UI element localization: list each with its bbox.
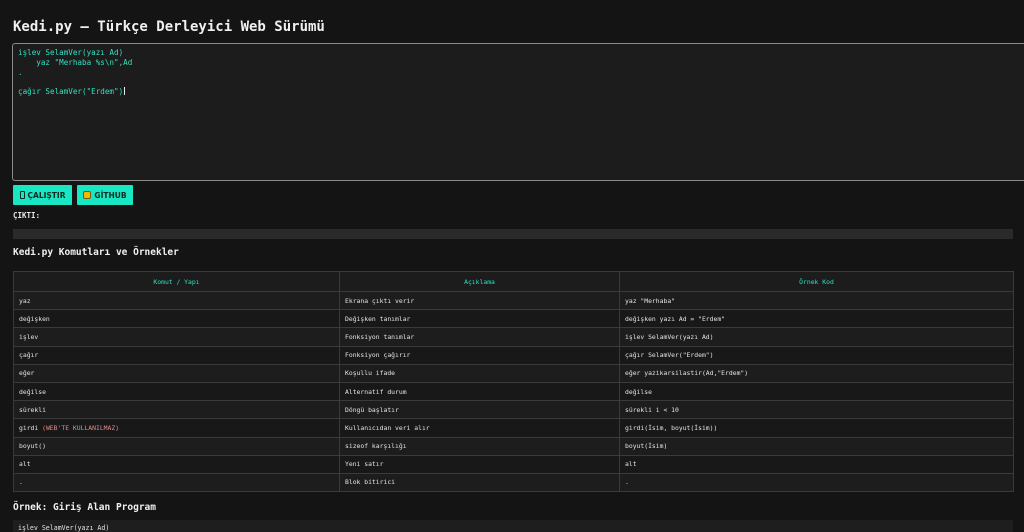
cell-example: alt <box>619 454 1014 474</box>
command-name: yaz <box>19 296 31 305</box>
cell-command: . <box>13 472 340 493</box>
cell-example: . <box>619 472 1014 493</box>
table-row: değilse Alternatif durum değilse <box>13 381 1014 402</box>
cell-description: Değişken tanımlar <box>339 309 620 329</box>
cell-example: girdi(İsim, boyut(İsim)) <box>619 418 1014 438</box>
cell-command: işlev <box>13 327 340 347</box>
github-button[interactable]: GİTHUB <box>77 185 133 205</box>
page: Kedi.py — Türkçe Derleyici Web Sürümü iş… <box>0 0 1024 532</box>
command-name: değişken <box>19 314 50 323</box>
command-name: . <box>19 478 23 487</box>
run-icon <box>19 191 25 199</box>
example-code-block: işlev SelamVer(yazı Ad) <box>13 520 1013 532</box>
cell-example: değilse <box>619 381 1014 402</box>
code-line: . <box>18 67 23 77</box>
command-note: (WEB'TE KULLANILMAZ) <box>42 423 120 432</box>
cell-command: eğer <box>13 363 340 383</box>
code-line: işlev SelamVer(yazı Ad) <box>18 48 124 57</box>
output-label: ÇIKTI: <box>13 211 41 220</box>
table-row: sürekli Döngü başlatır sürekli i < 10 <box>13 400 1014 420</box>
cell-description: sizeof karşılığı <box>339 436 620 456</box>
cell-example: sürekli i < 10 <box>619 400 1014 420</box>
column-header-command: Komut / Yapı <box>13 271 340 292</box>
code-line-text: çağır SelamVer("Erdem") <box>18 87 124 97</box>
commands-table: Komut / Yapı Açıklama Örnek Kod yaz Ekran… <box>13 271 1014 493</box>
command-name: sürekli <box>19 405 46 414</box>
table-row: işlev Fonksiyon tanımlar işlev SelamVer(ya… <box>13 327 1014 347</box>
cell-description: Döngü başlatır <box>339 400 620 420</box>
text-cursor <box>124 87 126 96</box>
command-name: alt <box>19 460 31 469</box>
command-name: girdi <box>19 423 39 432</box>
cell-description: Fonksiyon çağırır <box>339 345 620 365</box>
column-header-example: Örnek Kod <box>619 271 1014 292</box>
cell-command: sürekli <box>13 400 340 420</box>
github-icon <box>83 191 92 199</box>
cell-command: alt <box>13 454 340 474</box>
page-title: Kedi.py — Türkçe Derleyici Web Sürümü <box>13 19 325 35</box>
table-row: alt Yeni satır alt <box>13 454 1014 474</box>
cell-description: Blok bitirici <box>339 472 620 493</box>
run-button[interactable]: ÇALIŞTIR <box>13 185 72 205</box>
table-row: çağır Fonksiyon çağırır çağır SelamVer("Er… <box>13 345 1014 365</box>
code-editor[interactable]: işlev SelamVer(yazı Ad) yaz "Merhaba %s\… <box>12 43 1024 181</box>
table-row: . Blok bitirici. <box>13 472 1014 493</box>
command-name: işlev <box>19 332 39 341</box>
cell-example: çağır SelamVer("Erdem") <box>619 345 1014 365</box>
run-button-label: ÇALIŞTIR <box>27 190 66 200</box>
code-line-last: çağır SelamVer("Erdem") <box>18 87 1019 97</box>
cell-command: boyut() <box>13 436 340 456</box>
table-row: eğer Koşullu ifade eğer yazikarsilastir(Ad… <box>13 363 1014 383</box>
cell-example: yaz "Merhaba" <box>619 290 1014 311</box>
output-area <box>13 229 1013 239</box>
command-name: eğer <box>19 369 35 378</box>
cell-description: Alternatif durum <box>339 381 620 402</box>
code-line: yaz "Merhaba %s\n",Ad <box>18 57 133 67</box>
cell-description: Koşullu ifade <box>339 363 620 383</box>
cell-description: Ekrana çıktı verir <box>339 290 620 311</box>
table-row: yaz Ekrana çıktı verir yaz "Merhaba" <box>13 290 1014 311</box>
cell-description: Fonksiyon tanımlar <box>339 327 620 347</box>
cell-command: değişken <box>13 309 340 329</box>
cell-description: Kullanıcıdan veri alır <box>339 418 620 438</box>
command-name: değilse <box>19 387 46 396</box>
table-header-row: Komut / Yapı Açıklama Örnek Kod <box>13 271 1014 292</box>
column-header-description: Açıklama <box>339 271 620 292</box>
table-row: boyut() sizeof karşılığı boyut(İsim) <box>13 436 1014 456</box>
command-name: çağır <box>19 351 39 360</box>
cell-description: Yeni satır <box>339 454 620 474</box>
cell-example: işlev SelamVer(yazı Ad) <box>619 327 1014 347</box>
example-section-title: Örnek: Giriş Alan Program <box>13 502 156 513</box>
github-button-label: GİTHUB <box>94 190 127 200</box>
command-name: boyut() <box>19 442 46 451</box>
table-row: girdi (WEB'TE KULLANILMAZ) Kullanıcıdan v… <box>13 418 1014 438</box>
cell-command: girdi (WEB'TE KULLANILMAZ) <box>13 418 340 438</box>
cell-command: çağır <box>13 345 340 365</box>
cell-example: boyut(İsim) <box>619 436 1014 456</box>
commands-section-title: Kedi.py Komutları ve Örnekler <box>13 247 179 258</box>
cell-example: eğer yazikarsilastir(Ad,"Erdem") <box>619 363 1014 383</box>
cell-command: yaz <box>13 290 340 311</box>
cell-example: değişken yazı Ad = "Erdem" <box>619 309 1014 329</box>
table-row: değişken Değişken tanımlar değişken yazı A… <box>13 309 1014 329</box>
cell-command: değilse <box>13 381 340 402</box>
